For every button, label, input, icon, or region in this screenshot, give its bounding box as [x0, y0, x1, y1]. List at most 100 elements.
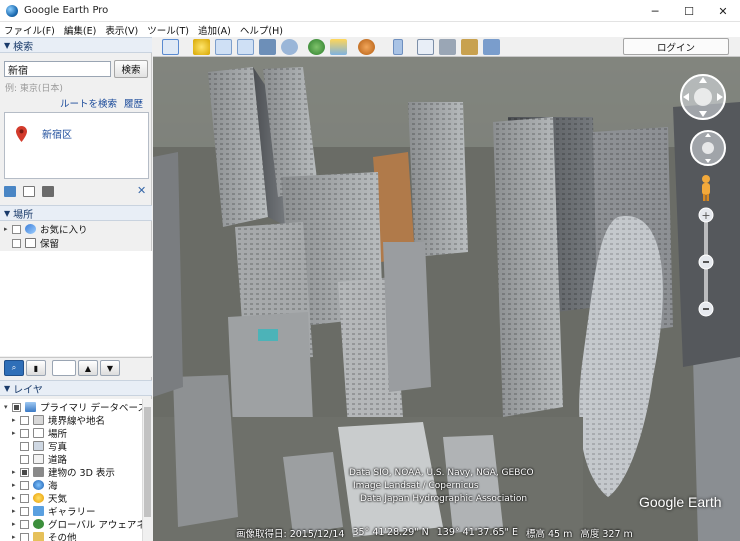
checkbox[interactable]	[20, 415, 29, 425]
menu-help[interactable]: ヘルプ(H)	[240, 23, 283, 37]
collapse-triangle-icon: ▼	[4, 40, 11, 50]
layer-label: 境界線や地名	[48, 416, 106, 427]
expand-icon[interactable]: ▸	[12, 533, 20, 541]
checkbox[interactable]	[12, 224, 21, 234]
save-image-icon[interactable]	[461, 39, 478, 55]
layer-label: ギャラリー	[48, 507, 96, 518]
earth-3d-view[interactable]: + Data SIO, NOAA, U.S. Navy, NGA, GEBCO …	[153, 57, 740, 541]
move-down-button[interactable]: ▼	[100, 360, 120, 376]
search-panel-header[interactable]: ▼ 検索	[0, 37, 152, 53]
copy-icon[interactable]	[23, 185, 35, 197]
layer-item[interactable]: 道路	[12, 453, 67, 466]
checkbox[interactable]	[20, 519, 29, 529]
layer-item[interactable]: ▸ グローバル アウェアネス	[12, 518, 152, 531]
title-bar: Google Earth Pro ─ ☐ ✕	[0, 0, 740, 22]
add-folder-icon[interactable]	[4, 185, 16, 197]
expand-icon[interactable]: ▸	[12, 494, 20, 502]
view-in-maps-icon[interactable]	[483, 39, 500, 55]
layer-item[interactable]: ▸ ギャラリー	[12, 505, 96, 518]
layer-label: 海	[48, 481, 58, 492]
global-awareness-icon	[33, 519, 44, 529]
menu-file[interactable]: ファイル(F)	[4, 23, 55, 37]
sunlight-icon[interactable]	[330, 39, 347, 55]
layer-item[interactable]: 写真	[12, 440, 68, 453]
checkbox[interactable]	[20, 467, 29, 477]
clear-search-icon[interactable]: ✕	[137, 184, 146, 197]
places-panel-header[interactable]: ▼ 場所	[0, 205, 152, 221]
gallery-icon	[33, 506, 44, 516]
svg-text:+: +	[701, 209, 710, 222]
layer-item[interactable]: ▸ 場所	[12, 427, 67, 440]
layer-label: 写真	[48, 442, 68, 453]
route-search-link[interactable]: ルートを検索	[60, 96, 117, 110]
layer-item[interactable]: ▸ 境界線や地名	[12, 414, 106, 427]
expand-icon[interactable]: ▾	[4, 403, 12, 411]
photos-icon	[33, 441, 44, 451]
menu-add[interactable]: 追加(A)	[198, 23, 231, 37]
layer-item[interactable]: ▸ 天気	[12, 492, 67, 505]
expand-icon[interactable]: ▸	[12, 507, 20, 515]
places-item-label: お気に入り	[40, 225, 88, 236]
places-header-label: 場所	[13, 209, 34, 221]
checkbox[interactable]	[20, 506, 29, 516]
roads-icon	[33, 454, 44, 464]
menu-view[interactable]: 表示(V)	[105, 23, 138, 37]
expand-icon[interactable]: ▸	[12, 468, 20, 476]
path-icon[interactable]	[237, 39, 254, 55]
search-actions	[4, 184, 61, 198]
expand-icon[interactable]: ▸	[4, 225, 12, 233]
move-up-button[interactable]: ▲	[78, 360, 98, 376]
layers-scrollbar[interactable]	[142, 399, 152, 541]
print-icon[interactable]	[42, 185, 54, 197]
layer-item[interactable]: ▾ プライマリ データベース	[4, 401, 147, 414]
ocean-icon	[33, 480, 44, 490]
window-title: Google Earth Pro	[24, 5, 109, 16]
print-icon[interactable]	[439, 39, 456, 55]
expand-icon[interactable]: ▸	[12, 429, 20, 437]
search-result-item[interactable]: 新宿区	[42, 126, 72, 141]
expand-icon[interactable]: ▸	[12, 481, 20, 489]
checkbox[interactable]	[20, 493, 29, 503]
places-nav-field[interactable]	[52, 360, 76, 376]
layer-item[interactable]: ▸ その他	[12, 531, 77, 541]
maximize-button[interactable]: ☐	[672, 0, 706, 22]
search-button[interactable]: 検索	[114, 60, 148, 78]
buildings-3d-icon	[33, 467, 44, 477]
layer-item[interactable]: ▸ 海	[12, 479, 58, 492]
places-item-favorites[interactable]: ▸ お気に入り	[4, 223, 88, 236]
polygon-icon[interactable]	[215, 39, 232, 55]
altitude-readout: 高度 327 m	[580, 528, 633, 540]
history-link[interactable]: 履歴	[124, 96, 143, 110]
attribution-line-1: Data SIO, NOAA, U.S. Navy, NGA, GEBCO	[349, 468, 534, 478]
places-item-pending[interactable]: 保留	[4, 237, 60, 250]
checkbox[interactable]	[20, 454, 29, 464]
search-view-button[interactable]: ⌕	[4, 360, 24, 376]
scrollbar-thumb[interactable]	[144, 407, 151, 517]
planets-icon[interactable]	[358, 39, 375, 55]
checkbox[interactable]	[12, 238, 21, 248]
search-input[interactable]	[4, 61, 111, 77]
menu-edit[interactable]: 編集(E)	[64, 23, 96, 37]
places-item-label: 保留	[40, 239, 60, 250]
sidebar-toggle-button[interactable]: ▮	[26, 360, 46, 376]
expand-icon[interactable]: ▸	[12, 416, 20, 424]
layers-panel-header[interactable]: ▼ レイヤ	[0, 380, 152, 396]
layer-item[interactable]: ▸ 建物の 3D 表示	[12, 466, 115, 479]
close-button[interactable]: ✕	[706, 0, 740, 22]
checkbox[interactable]	[20, 532, 29, 541]
sidebar-toggle-icon[interactable]	[162, 39, 179, 55]
ruler-icon[interactable]	[393, 39, 403, 55]
minimize-button[interactable]: ─	[638, 0, 672, 22]
checkbox[interactable]	[20, 480, 29, 490]
placemark-icon[interactable]	[193, 39, 210, 55]
login-button[interactable]: ログイン	[623, 38, 729, 55]
checkbox[interactable]	[20, 428, 29, 438]
image-overlay-icon[interactable]	[259, 39, 276, 55]
expand-icon[interactable]: ▸	[12, 520, 20, 528]
email-icon[interactable]	[417, 39, 434, 55]
record-tour-icon[interactable]	[281, 39, 298, 55]
menu-tools[interactable]: ツール(T)	[147, 23, 189, 37]
checkbox[interactable]	[20, 441, 29, 451]
historical-imagery-icon[interactable]	[308, 39, 325, 55]
checkbox[interactable]	[12, 402, 21, 412]
